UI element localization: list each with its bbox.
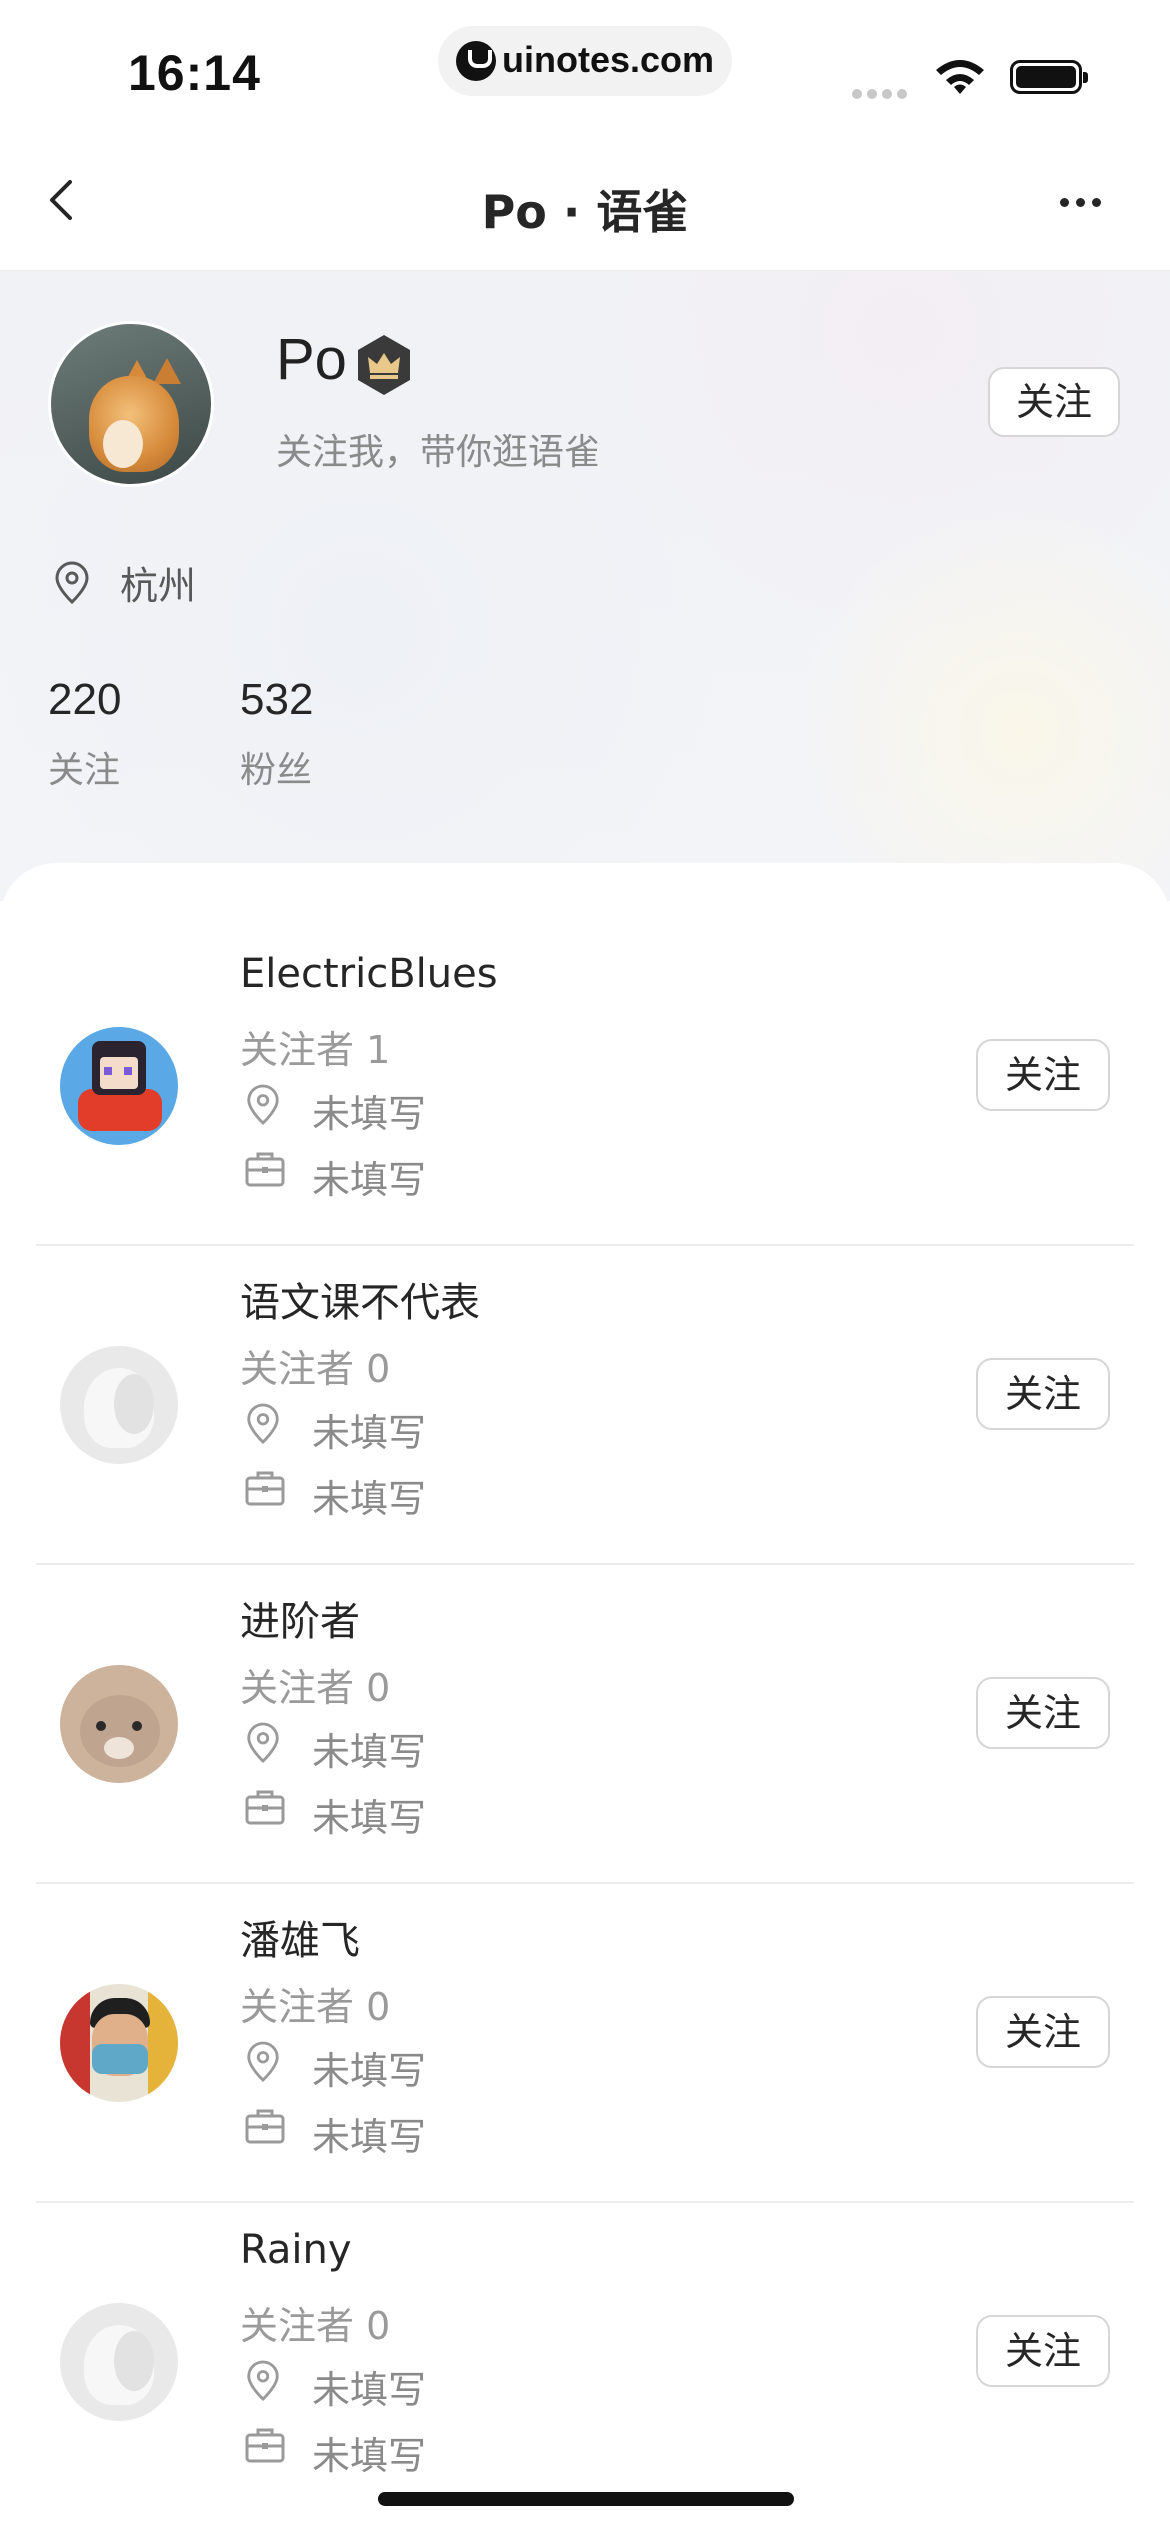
user-name: 语文课不代表 — [240, 1280, 480, 1326]
more-horizontal-icon[interactable] — [1060, 192, 1110, 208]
crown-icon — [358, 335, 410, 395]
user-location: 未填写 — [244, 2359, 426, 2412]
briefcase-icon — [245, 1790, 285, 1825]
stat-label: 关注 — [48, 750, 121, 791]
location-text: 未填写 — [312, 2049, 427, 2093]
list-item[interactable]: ElectricBlues 关注者 1 未填写 未填写 关注 — [0, 927, 1170, 1246]
follower-count: 关注者 0 — [240, 2304, 391, 2348]
site-logo-icon — [456, 41, 496, 81]
location-pin-icon — [247, 1084, 279, 1125]
avatar[interactable] — [60, 2303, 178, 2421]
follow-button[interactable]: 关注 — [976, 1358, 1110, 1430]
follow-button[interactable]: 关注 — [988, 367, 1120, 437]
location-pin-icon — [247, 1403, 279, 1444]
briefcase-icon — [245, 1152, 285, 1187]
user-job: 未填写 — [244, 1787, 426, 1840]
location-pin-icon — [55, 561, 89, 605]
profile-name: Po — [276, 327, 347, 392]
location-pin-icon — [247, 2041, 279, 2082]
follower-count: 关注者 0 — [240, 1347, 391, 1391]
avatar[interactable] — [60, 1346, 178, 1464]
follower-count: 关注者 0 — [240, 1666, 391, 1710]
list-item[interactable]: 语文课不代表 关注者 0 未填写 未填写 关注 — [0, 1246, 1170, 1565]
follow-button[interactable]: 关注 — [976, 1996, 1110, 2068]
avatar[interactable] — [48, 321, 214, 487]
location-pin-icon — [247, 2360, 279, 2401]
job-text: 未填写 — [312, 2434, 427, 2478]
status-bar: 16:14 uinotes.com — [0, 0, 1170, 130]
briefcase-icon — [245, 1471, 285, 1506]
battery-icon — [1010, 60, 1088, 94]
user-name: 潘雄飞 — [240, 1918, 360, 1964]
list-item[interactable]: 潘雄飞 关注者 0 未填写 未填写 关注 — [0, 1884, 1170, 2203]
user-name: Rainy — [240, 2227, 352, 2273]
list-item[interactable]: 进阶者 关注者 0 未填写 未填写 关注 — [0, 1565, 1170, 1884]
user-name: 进阶者 — [240, 1599, 360, 1645]
profile-bio: 关注我，带你逛语雀 — [276, 432, 601, 473]
location-text: 未填写 — [312, 2368, 427, 2412]
list-item[interactable]: Rainy 关注者 0 未填写 未填写 关注 — [0, 2203, 1170, 2522]
wifi-icon — [936, 60, 984, 94]
home-indicator — [378, 2492, 794, 2506]
job-text: 未填写 — [312, 2115, 427, 2159]
user-name: ElectricBlues — [240, 951, 498, 997]
cellular-signal-icon — [852, 84, 912, 103]
location-text: 未填写 — [312, 1092, 427, 1136]
page-title: Po · 语雀 — [481, 185, 689, 239]
briefcase-icon — [245, 2109, 285, 2144]
stat-label: 粉丝 — [240, 750, 313, 791]
navigation-bar: Po · 语雀 — [0, 130, 1170, 271]
location-pin-icon — [247, 1722, 279, 1763]
url-pill[interactable]: uinotes.com — [438, 26, 732, 96]
follower-count: 关注者 0 — [240, 1985, 391, 2029]
url-text: uinotes.com — [502, 39, 715, 80]
job-text: 未填写 — [312, 1477, 427, 1521]
profile-header: Po 关注我，带你逛语雀 关注 杭州 220 关注 532 粉丝 — [0, 271, 1170, 901]
avatar[interactable] — [60, 1665, 178, 1783]
user-job: 未填写 — [244, 2106, 426, 2159]
location-text: 未填写 — [312, 1730, 427, 1774]
user-location: 未填写 — [244, 2040, 426, 2093]
status-time: 16:14 — [128, 45, 261, 101]
avatar[interactable] — [60, 1984, 178, 2102]
stat-value: 532 — [240, 675, 314, 724]
followers-list: ElectricBlues 关注者 1 未填写 未填写 关注 语文课不代表 关注… — [0, 863, 1170, 2532]
briefcase-icon — [245, 2428, 285, 2463]
user-job: 未填写 — [244, 2425, 426, 2478]
user-job: 未填写 — [244, 1468, 426, 1521]
stat-value: 220 — [48, 675, 122, 724]
user-location: 未填写 — [244, 1721, 426, 1774]
user-location: 未填写 — [244, 1402, 426, 1455]
stat-following[interactable]: 220 关注 — [48, 675, 121, 793]
user-location: 未填写 — [244, 1083, 426, 1136]
avatar[interactable] — [60, 1027, 178, 1145]
follow-button[interactable]: 关注 — [976, 1677, 1110, 1749]
follow-button[interactable]: 关注 — [976, 2315, 1110, 2387]
job-text: 未填写 — [312, 1796, 427, 1840]
job-text: 未填写 — [312, 1158, 427, 1202]
stat-followers[interactable]: 532 粉丝 — [240, 675, 313, 793]
user-job: 未填写 — [244, 1149, 426, 1202]
location-text: 杭州 — [120, 564, 197, 608]
follower-count: 关注者 1 — [240, 1028, 391, 1072]
location-text: 未填写 — [312, 1411, 427, 1455]
follow-button[interactable]: 关注 — [976, 1039, 1110, 1111]
